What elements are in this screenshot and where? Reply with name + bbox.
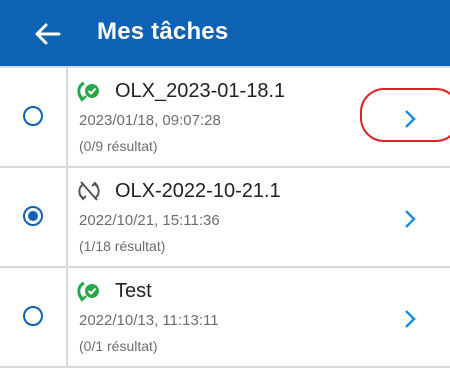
task-row[interactable]: OLX-2022-10-21.1 2022/10/21, 15:11:36 (1…: [0, 168, 450, 268]
task-select-radio[interactable]: [23, 106, 43, 126]
page-title: Mes tâches: [97, 18, 229, 45]
task-date: 2022/10/21, 15:11:36: [79, 212, 220, 229]
row-divider: [66, 168, 68, 266]
task-date: 2022/10/13, 11:13:11: [79, 312, 219, 329]
sync-check-icon: [75, 279, 103, 303]
task-result: (0/9 résultat): [79, 138, 158, 154]
sync-disabled-icon: [75, 179, 103, 203]
arrow-left-icon: [35, 23, 61, 45]
chevron-right-icon: [405, 210, 416, 228]
task-name: OLX-2022-10-21.1: [115, 180, 281, 202]
task-row[interactable]: Test 2022/10/13, 11:13:11 (0/1 résultat): [0, 268, 450, 368]
open-task-button[interactable]: [395, 306, 425, 332]
chevron-right-icon: [405, 310, 416, 328]
sync-check-icon: [75, 79, 103, 103]
task-name: Test: [115, 280, 152, 302]
task-result: (0/1 résultat): [79, 338, 158, 354]
task-list: OLX_2023-01-18.1 2023/01/18, 09:07:28 (0…: [0, 66, 450, 368]
task-select-radio[interactable]: [23, 306, 43, 326]
task-row[interactable]: OLX_2023-01-18.1 2023/01/18, 09:07:28 (0…: [0, 66, 450, 168]
app-bar: Mes tâches: [0, 0, 450, 66]
row-divider: [66, 268, 68, 366]
highlight-annotation: [360, 88, 450, 142]
task-date: 2023/01/18, 09:07:28: [79, 112, 221, 129]
task-result: (1/18 résultat): [79, 238, 166, 254]
task-name: OLX_2023-01-18.1: [115, 80, 286, 102]
row-divider: [66, 68, 68, 166]
back-button[interactable]: [32, 21, 64, 47]
open-task-button[interactable]: [395, 206, 425, 232]
task-select-radio[interactable]: [23, 206, 43, 226]
